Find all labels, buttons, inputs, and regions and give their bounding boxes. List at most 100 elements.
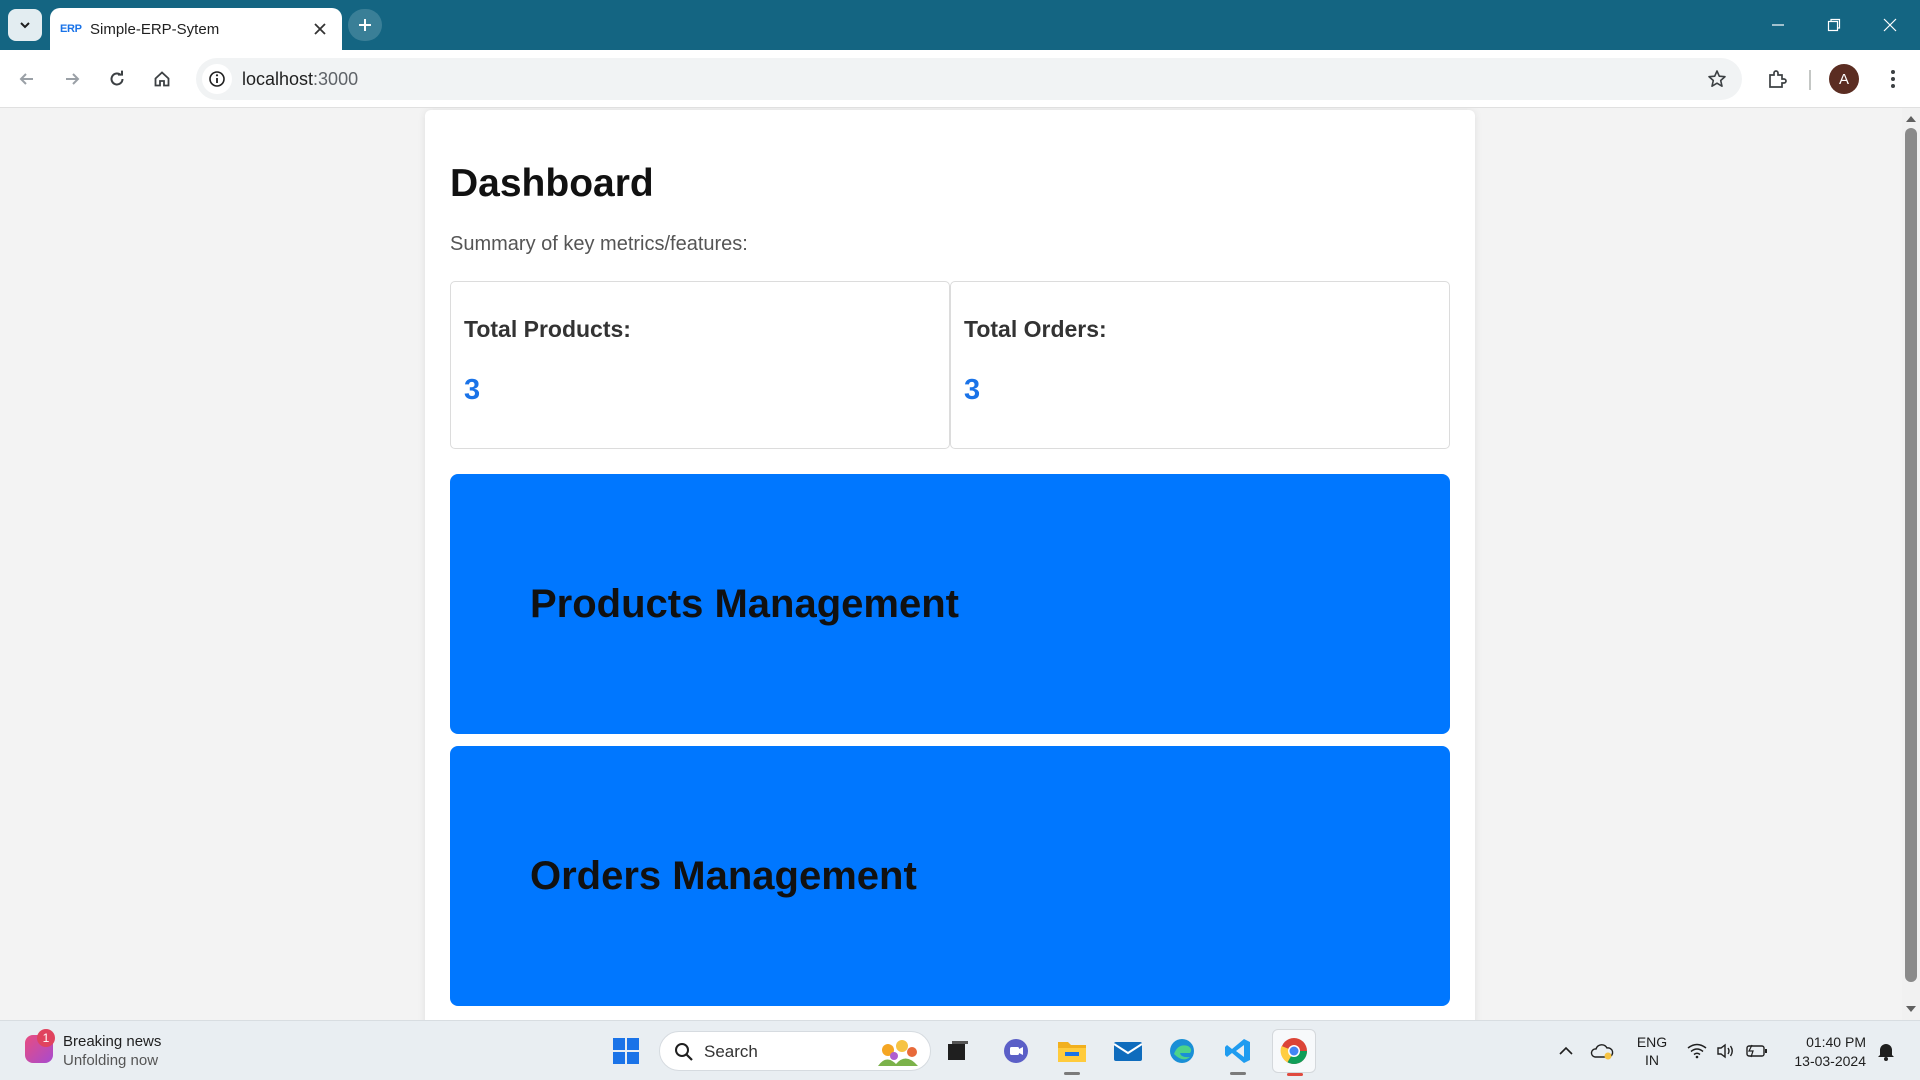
mail-button[interactable]: [1108, 1031, 1148, 1071]
news-badge: 1: [37, 1029, 55, 1047]
task-view-button[interactable]: [938, 1031, 978, 1071]
onedrive-button[interactable]: [1588, 1031, 1616, 1071]
home-icon: [154, 71, 170, 87]
puzzle-icon: [1769, 70, 1787, 88]
flowers-icon: [878, 1040, 918, 1066]
chevron-up-icon: [1559, 1046, 1573, 1055]
site-info-button[interactable]: [202, 64, 232, 94]
task-view-icon: [948, 1041, 968, 1060]
wifi-button[interactable]: [1684, 1031, 1710, 1071]
vertical-scrollbar[interactable]: [1902, 108, 1920, 1020]
chevron-down-icon: [20, 22, 30, 29]
running-indicator: [1287, 1073, 1303, 1076]
news-title: Breaking news: [63, 1033, 162, 1050]
extensions-button[interactable]: [1759, 61, 1795, 97]
info-icon: [209, 71, 225, 87]
metric-card-products: Total Products: 3: [450, 281, 950, 449]
restore-icon: [1827, 18, 1841, 32]
running-indicator: [1230, 1072, 1246, 1075]
arrow-left-icon: [19, 73, 33, 85]
running-indicator: [1064, 1072, 1080, 1075]
speaker-icon: [1717, 1043, 1733, 1059]
clock-date: 13-03-2024: [1794, 1053, 1866, 1069]
chrome-icon: [1280, 1038, 1308, 1065]
news-widget[interactable]: 1 Breaking news Unfolding now: [20, 1029, 220, 1073]
taskbar: 1 Breaking news Unfolding now Search ENG…: [0, 1020, 1920, 1080]
page-subtitle: Summary of key metrics/features:: [450, 233, 748, 255]
address-bar[interactable]: localhost:3000: [196, 58, 1742, 100]
metric-value: 3: [464, 374, 481, 406]
tab-favicon: ERP: [60, 23, 82, 35]
home-button[interactable]: [144, 61, 180, 97]
toolbar-divider: [1809, 70, 1811, 90]
chrome-button[interactable]: [1272, 1029, 1316, 1076]
taskbar-search[interactable]: Search: [659, 1031, 931, 1071]
orders-management-card[interactable]: Orders Management: [450, 746, 1450, 1006]
scroll-up-arrow-icon[interactable]: [1906, 116, 1916, 122]
show-hidden-icons-button[interactable]: [1552, 1031, 1580, 1071]
page-title: Dashboard: [450, 162, 654, 205]
lang-line-2: IN: [1645, 1052, 1659, 1068]
plus-icon: [359, 19, 371, 31]
profile-avatar[interactable]: A: [1829, 64, 1859, 94]
tab-active[interactable]: ERP Simple-ERP-Sytem: [50, 8, 342, 50]
tab-strip: ERP Simple-ERP-Sytem: [0, 0, 1920, 50]
chat-icon: [1004, 1039, 1028, 1063]
bookmark-button[interactable]: [1702, 64, 1732, 94]
close-tab-button[interactable]: [306, 15, 334, 43]
metric-card-orders: Total Orders: 3: [950, 281, 1450, 449]
notifications-button[interactable]: [1874, 1031, 1898, 1071]
url-text[interactable]: localhost:3000: [242, 69, 358, 90]
lang-line-1: ENG: [1636, 1034, 1668, 1050]
search-label: Search: [704, 1042, 758, 1061]
scroll-thumb[interactable]: [1905, 128, 1917, 982]
vscode-icon: [1225, 1039, 1250, 1063]
dashboard-container: Dashboard Summary of key metrics/feature…: [425, 110, 1475, 1020]
metric-label: Total Orders:: [964, 316, 1107, 342]
bell-icon: [1878, 1044, 1894, 1061]
feature-title: Orders Management: [530, 854, 917, 898]
file-explorer-button[interactable]: [1052, 1031, 1092, 1075]
mail-icon: [1113, 1042, 1143, 1061]
browser-toolbar: localhost:3000 A: [0, 50, 1920, 108]
start-button[interactable]: [606, 1031, 646, 1071]
browser-menu-button[interactable]: [1875, 61, 1911, 97]
url-port: :3000: [313, 69, 359, 89]
teams-chat-button[interactable]: [996, 1031, 1036, 1071]
scroll-down-arrow-icon[interactable]: [1906, 1006, 1916, 1012]
edge-browser-button[interactable]: [1162, 1031, 1202, 1071]
star-icon: [1708, 70, 1726, 87]
url-host: localhost: [242, 69, 314, 89]
wifi-icon: [1687, 1043, 1707, 1059]
search-icon: [675, 1043, 693, 1061]
restore-button[interactable]: [1806, 0, 1862, 50]
arrow-right-icon: [66, 73, 80, 85]
edge-icon: [1170, 1039, 1194, 1063]
metric-label: Total Products:: [464, 316, 631, 342]
close-window-button[interactable]: [1862, 0, 1918, 50]
feature-title: Products Management: [530, 582, 959, 626]
battery-button[interactable]: [1743, 1031, 1771, 1071]
cloud-icon: [1590, 1044, 1614, 1060]
volume-button[interactable]: [1713, 1031, 1739, 1071]
tab-title: Simple-ERP-Sytem: [90, 20, 220, 38]
minimize-icon: [1772, 24, 1784, 26]
metric-value: 3: [964, 374, 981, 406]
new-tab-button[interactable]: [348, 9, 382, 41]
close-icon: [314, 23, 326, 35]
page-viewport: Dashboard Summary of key metrics/feature…: [0, 108, 1902, 1020]
clock-time: 01:40 PM: [1806, 1034, 1866, 1050]
tab-search-button[interactable]: [8, 9, 42, 41]
minimize-button[interactable]: [1750, 0, 1806, 50]
forward-button[interactable]: [54, 61, 90, 97]
reload-icon: [110, 70, 124, 86]
vscode-button[interactable]: [1218, 1031, 1258, 1075]
news-subtitle: Unfolding now: [63, 1052, 159, 1069]
back-button[interactable]: [9, 61, 45, 97]
reload-button[interactable]: [99, 61, 135, 97]
products-management-card[interactable]: Products Management: [450, 474, 1450, 734]
input-language-indicator[interactable]: ENG IN: [1632, 1033, 1672, 1069]
folder-icon: [1058, 1042, 1086, 1062]
windows-logo-icon: [613, 1038, 639, 1064]
system-clock[interactable]: 01:40 PM 13-03-2024: [1784, 1033, 1866, 1071]
